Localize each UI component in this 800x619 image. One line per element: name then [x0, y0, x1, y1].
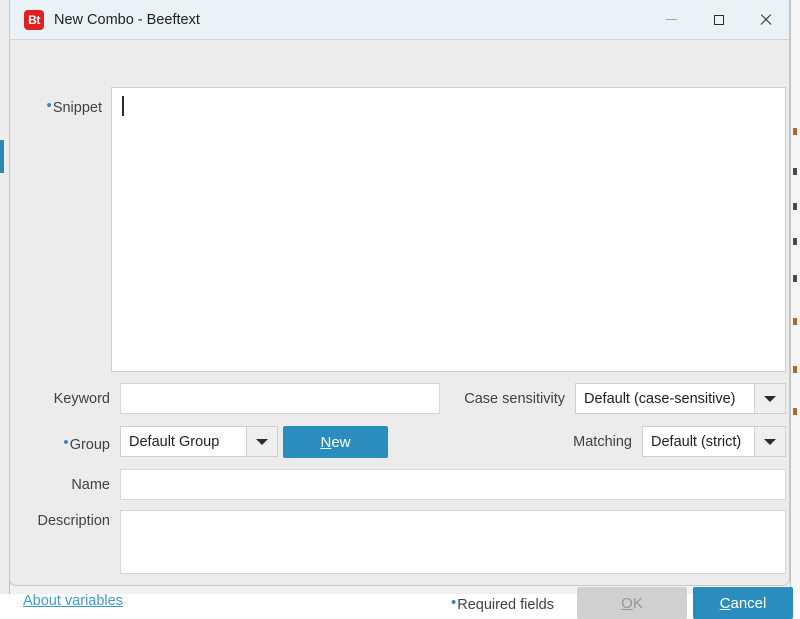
keyword-input[interactable]: [120, 383, 440, 414]
required-fields-note: •Required fields: [451, 594, 554, 613]
new-combo-dialog: Bt New Combo - Beeftext •Snippet Keyword…: [9, 0, 793, 619]
chevron-down-icon: [764, 438, 776, 445]
group-value: Default Group: [120, 426, 246, 457]
about-variables-link[interactable]: About variables: [23, 593, 123, 609]
dialog-body: •Snippet Keyword Case sensitivity Defaul…: [10, 40, 793, 619]
dialog-title: New Combo - Beeftext: [54, 11, 200, 28]
required-fields-marker: •: [451, 594, 457, 611]
window-controls: [648, 0, 789, 39]
description-input[interactable]: [120, 510, 786, 574]
group-required-marker: •: [63, 434, 69, 451]
snippet-label: •Snippet: [30, 97, 102, 116]
name-input[interactable]: [120, 469, 786, 500]
cancel-button-accel: C: [719, 594, 731, 612]
description-label: Description: [37, 513, 110, 529]
snippet-label-text: Snippet: [52, 100, 102, 116]
minimize-icon: [666, 19, 677, 20]
chevron-down-icon: [764, 395, 776, 402]
desktop-background: Bt New Combo - Beeftext •Snippet Keyword…: [0, 0, 800, 619]
ok-button[interactable]: OK: [577, 587, 687, 619]
new-group-button-label: ew: [331, 433, 351, 451]
close-button[interactable]: [742, 0, 789, 39]
new-group-button[interactable]: New: [283, 426, 388, 458]
background-window-selection-accent: [0, 140, 4, 173]
name-label: Name: [71, 477, 110, 493]
matching-value: Default (strict): [642, 426, 754, 457]
background-window-right-edge: [790, 0, 800, 594]
matching-dropdown[interactable]: Default (strict): [642, 426, 786, 457]
beeftext-logo-icon: Bt: [24, 9, 44, 30]
dialog-title-bar[interactable]: Bt New Combo - Beeftext: [10, 0, 789, 40]
case-sensitivity-dropdown[interactable]: Default (case-sensitive): [575, 383, 786, 414]
keyword-label: Keyword: [53, 391, 110, 407]
new-group-button-accel: N: [320, 433, 332, 451]
group-label-text: Group: [69, 437, 110, 453]
cancel-button[interactable]: Cancel: [693, 587, 793, 619]
matching-label: Matching: [573, 434, 632, 450]
group-dropdown[interactable]: Default Group: [120, 426, 278, 457]
case-sensitivity-value: Default (case-sensitive): [575, 383, 754, 414]
chevron-down-icon: [256, 438, 268, 445]
close-icon: [759, 13, 772, 26]
text-caret: [122, 96, 124, 116]
snippet-required-marker: •: [46, 97, 52, 114]
required-fields-text: Required fields: [457, 597, 554, 613]
case-sensitivity-label: Case sensitivity: [464, 391, 565, 407]
maximize-button[interactable]: [695, 0, 742, 39]
cancel-button-label: ancel: [730, 594, 767, 612]
group-label: •Group: [30, 434, 110, 453]
case-sensitivity-dropdown-button[interactable]: [754, 383, 786, 414]
minimize-button[interactable]: [648, 0, 695, 39]
ok-button-label: K: [632, 594, 643, 612]
snippet-input[interactable]: [111, 87, 786, 372]
matching-dropdown-button[interactable]: [754, 426, 786, 457]
maximize-icon: [713, 14, 724, 25]
ok-button-accel: O: [621, 594, 633, 612]
group-dropdown-button[interactable]: [246, 426, 278, 457]
